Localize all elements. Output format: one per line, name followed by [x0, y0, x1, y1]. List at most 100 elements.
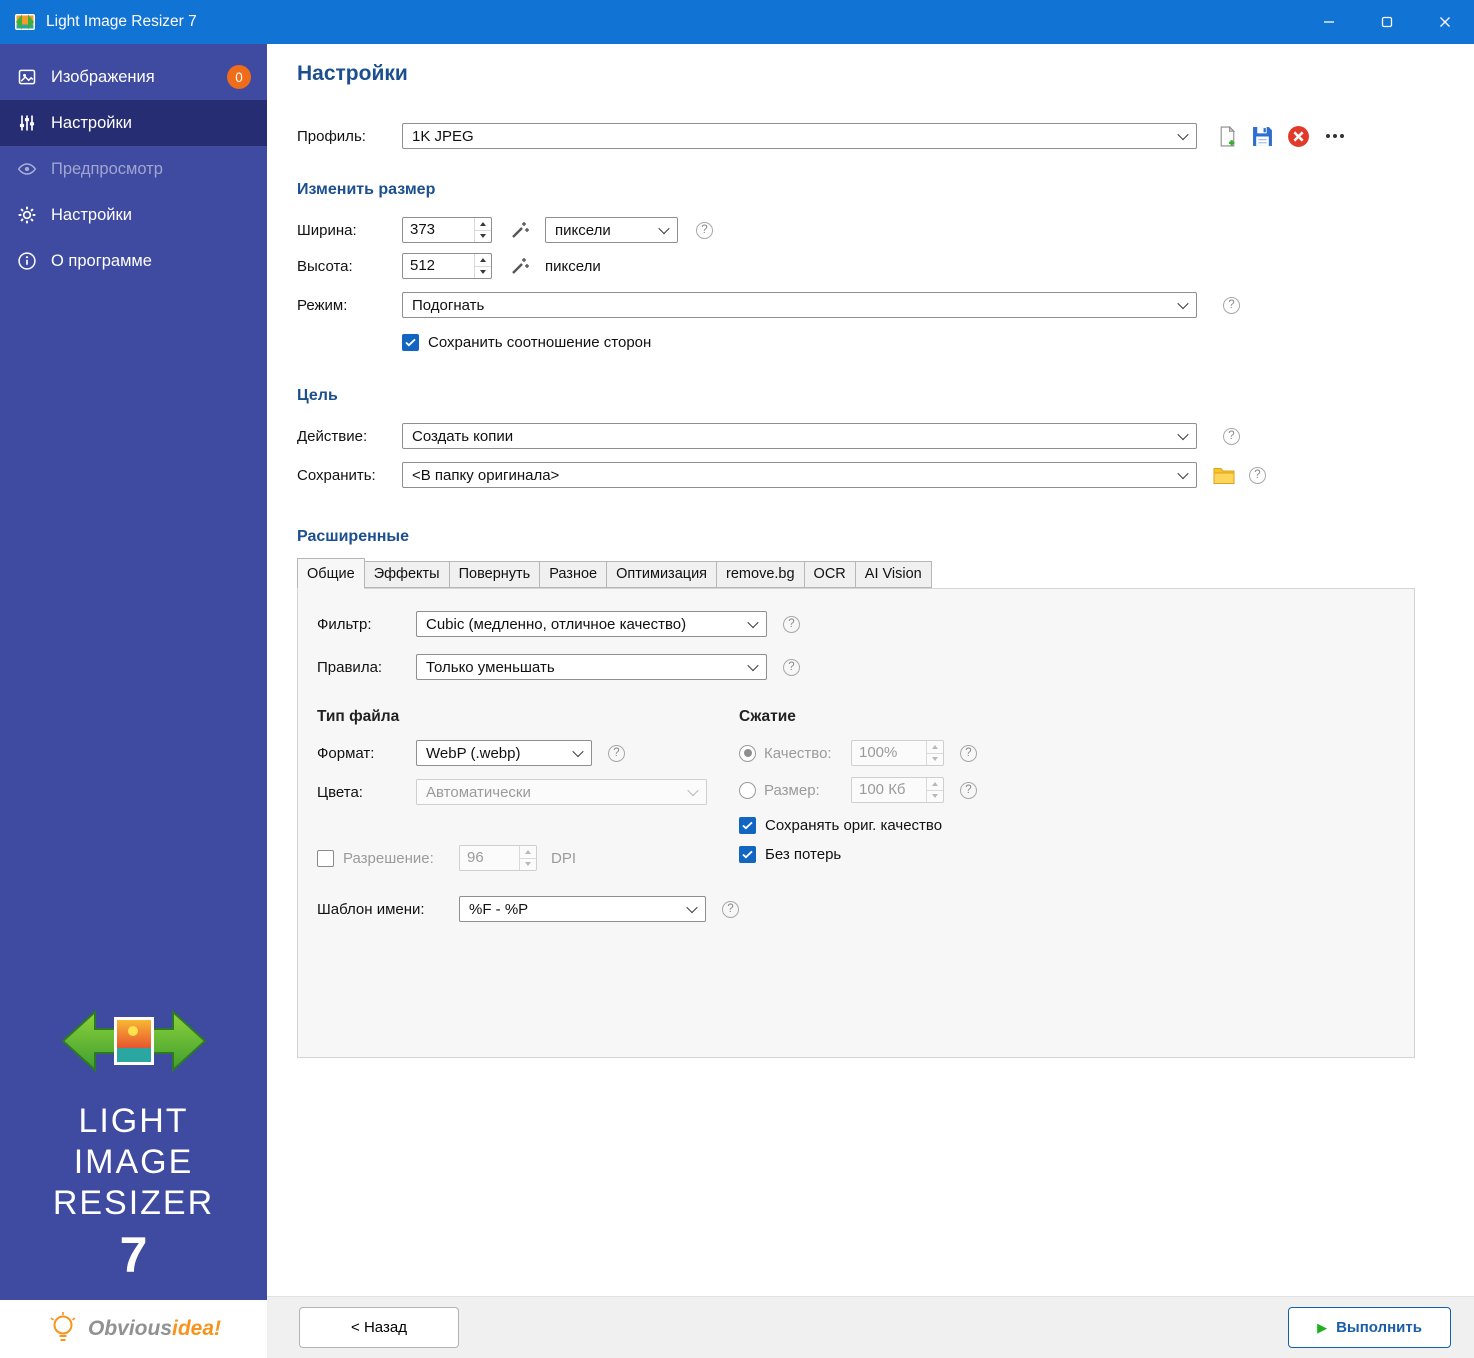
- maximize-button[interactable]: [1358, 0, 1416, 44]
- chevron-down-icon: [565, 741, 591, 765]
- format-dropdown[interactable]: WebP (.webp): [416, 740, 592, 766]
- brand-text-obvious: Obvious: [88, 1317, 172, 1340]
- info-icon: [16, 251, 38, 271]
- rules-value: Только уменьшать: [417, 659, 740, 676]
- width-spinner[interactable]: 373: [402, 217, 492, 243]
- spin-down-icon[interactable]: [475, 266, 491, 279]
- keep-original-quality-checkbox[interactable]: Сохранять ориг. качество: [739, 817, 942, 834]
- more-options-icon[interactable]: [1324, 125, 1346, 147]
- sidebar-item-images[interactable]: Изображения 0: [0, 54, 267, 100]
- sidebar-item-settings[interactable]: Настройки: [0, 100, 267, 146]
- checkbox-checked-icon: [739, 846, 756, 863]
- colors-dropdown: Автоматически: [416, 779, 707, 805]
- quality-label: Качество:: [764, 745, 851, 762]
- spin-down-icon: [927, 790, 943, 803]
- rules-label: Правила:: [317, 659, 416, 676]
- close-button[interactable]: [1416, 0, 1474, 44]
- help-icon[interactable]: ?: [1223, 297, 1240, 314]
- mode-value: Подогнать: [403, 297, 1170, 314]
- save-to-label: Сохранить:: [297, 467, 402, 484]
- format-value: WebP (.webp): [417, 745, 565, 762]
- delete-profile-icon[interactable]: [1287, 125, 1310, 148]
- keep-ratio-checkbox[interactable]: Сохранить соотношение сторон: [402, 334, 651, 351]
- filetype-column: Тип файла Формат: WebP (.webp) ? Ц: [317, 708, 739, 922]
- unit-dropdown[interactable]: пиксели: [545, 217, 678, 243]
- tab-removebg[interactable]: remove.bg: [716, 561, 805, 588]
- chevron-down-icon: [1170, 424, 1196, 448]
- tab-ocr[interactable]: OCR: [804, 561, 856, 588]
- help-icon[interactable]: ?: [1249, 467, 1266, 484]
- help-icon[interactable]: ?: [783, 616, 800, 633]
- spin-up-icon[interactable]: [475, 218, 491, 230]
- eye-icon: [16, 159, 38, 179]
- sidebar-item-preview[interactable]: Предпросмотр: [0, 146, 267, 192]
- logo-version: 7: [0, 1226, 267, 1284]
- window-controls: [1300, 0, 1474, 44]
- help-icon[interactable]: ?: [696, 222, 713, 239]
- mode-dropdown[interactable]: Подогнать: [402, 292, 1197, 318]
- sidebar-item-about[interactable]: О программе: [0, 238, 267, 284]
- page-title: Настройки: [297, 62, 1450, 86]
- action-dropdown[interactable]: Создать копии: [402, 423, 1197, 449]
- sidebar-item-options[interactable]: Настройки: [0, 192, 267, 238]
- chevron-down-icon: [740, 655, 766, 679]
- filter-dropdown[interactable]: Cubic (медленно, отличное качество): [416, 611, 767, 637]
- size-label: Размер:: [764, 782, 851, 799]
- help-icon[interactable]: ?: [1223, 428, 1240, 445]
- help-icon[interactable]: ?: [608, 745, 625, 762]
- size-value: 100 Кб: [852, 778, 926, 802]
- resolution-checkbox[interactable]: Разрешение:: [317, 850, 459, 867]
- sidebar-nav: Изображения 0 Настройки Предпросмотр: [0, 54, 267, 284]
- folder-icon[interactable]: [1213, 466, 1235, 484]
- tab-optimization[interactable]: Оптимизация: [606, 561, 717, 588]
- app-window: Light Image Resizer 7 Изображения 0: [0, 0, 1474, 1358]
- resolution-spinner: 96: [459, 845, 537, 871]
- sidebar-item-label: О программе: [51, 252, 152, 271]
- advanced-panel: Фильтр: Cubic (медленно, отличное качест…: [297, 588, 1415, 1058]
- keep-original-quality-label: Сохранять ориг. качество: [765, 817, 942, 834]
- chevron-down-icon: [1170, 293, 1196, 317]
- compression-heading: Сжатие: [739, 708, 977, 726]
- name-template-dropdown[interactable]: %F - %P: [459, 896, 706, 922]
- sidebar-item-label: Предпросмотр: [51, 160, 163, 179]
- compression-column: Сжатие Качество: 100% ?: [739, 708, 977, 922]
- magic-wand-icon[interactable]: [510, 220, 530, 240]
- help-icon[interactable]: ?: [722, 901, 739, 918]
- filter-label: Фильтр:: [317, 616, 416, 633]
- height-label: Высота:: [297, 258, 402, 275]
- logo-text-resizer: RESIZER: [0, 1183, 267, 1224]
- keep-ratio-label: Сохранить соотношение сторон: [428, 334, 651, 351]
- sidebar: Изображения 0 Настройки Предпросмотр: [0, 44, 267, 1358]
- magic-wand-icon[interactable]: [510, 256, 530, 276]
- settings-content: Настройки Профиль: 1K JPEG: [267, 44, 1474, 1296]
- run-button[interactable]: ▶ Выполнить: [1288, 1307, 1451, 1348]
- name-template-label: Шаблон имени:: [317, 901, 459, 918]
- run-button-label: Выполнить: [1336, 1319, 1422, 1336]
- tab-effects[interactable]: Эффекты: [364, 561, 450, 588]
- section-target-heading: Цель: [297, 387, 1450, 405]
- save-to-dropdown[interactable]: <В папку оригинала>: [402, 462, 1197, 488]
- tab-misc[interactable]: Разное: [539, 561, 607, 588]
- rules-dropdown[interactable]: Только уменьшать: [416, 654, 767, 680]
- save-profile-icon[interactable]: [1252, 126, 1273, 147]
- help-icon[interactable]: ?: [783, 659, 800, 676]
- spin-up-icon[interactable]: [475, 254, 491, 266]
- help-icon[interactable]: ?: [960, 782, 977, 799]
- spin-up-icon: [927, 778, 943, 790]
- new-profile-icon[interactable]: [1217, 126, 1238, 147]
- spin-down-icon[interactable]: [475, 230, 491, 243]
- minimize-button[interactable]: [1300, 0, 1358, 44]
- action-value: Создать копии: [403, 428, 1170, 445]
- back-button[interactable]: < Назад: [299, 1307, 459, 1348]
- height-spinner[interactable]: 512: [402, 253, 492, 279]
- spin-up-icon: [520, 846, 536, 858]
- resolution-label: Разрешение:: [343, 850, 459, 867]
- help-icon[interactable]: ?: [960, 745, 977, 762]
- lossless-checkbox[interactable]: Без потерь: [739, 846, 841, 863]
- gear-icon: [16, 205, 38, 225]
- profile-dropdown[interactable]: 1K JPEG: [402, 123, 1197, 149]
- tab-general[interactable]: Общие: [297, 558, 365, 589]
- tab-ai-vision[interactable]: AI Vision: [855, 561, 932, 588]
- advanced-tabs: Общие Эффекты Повернуть Разное Оптимизац…: [297, 558, 1450, 588]
- tab-rotate[interactable]: Повернуть: [449, 561, 541, 588]
